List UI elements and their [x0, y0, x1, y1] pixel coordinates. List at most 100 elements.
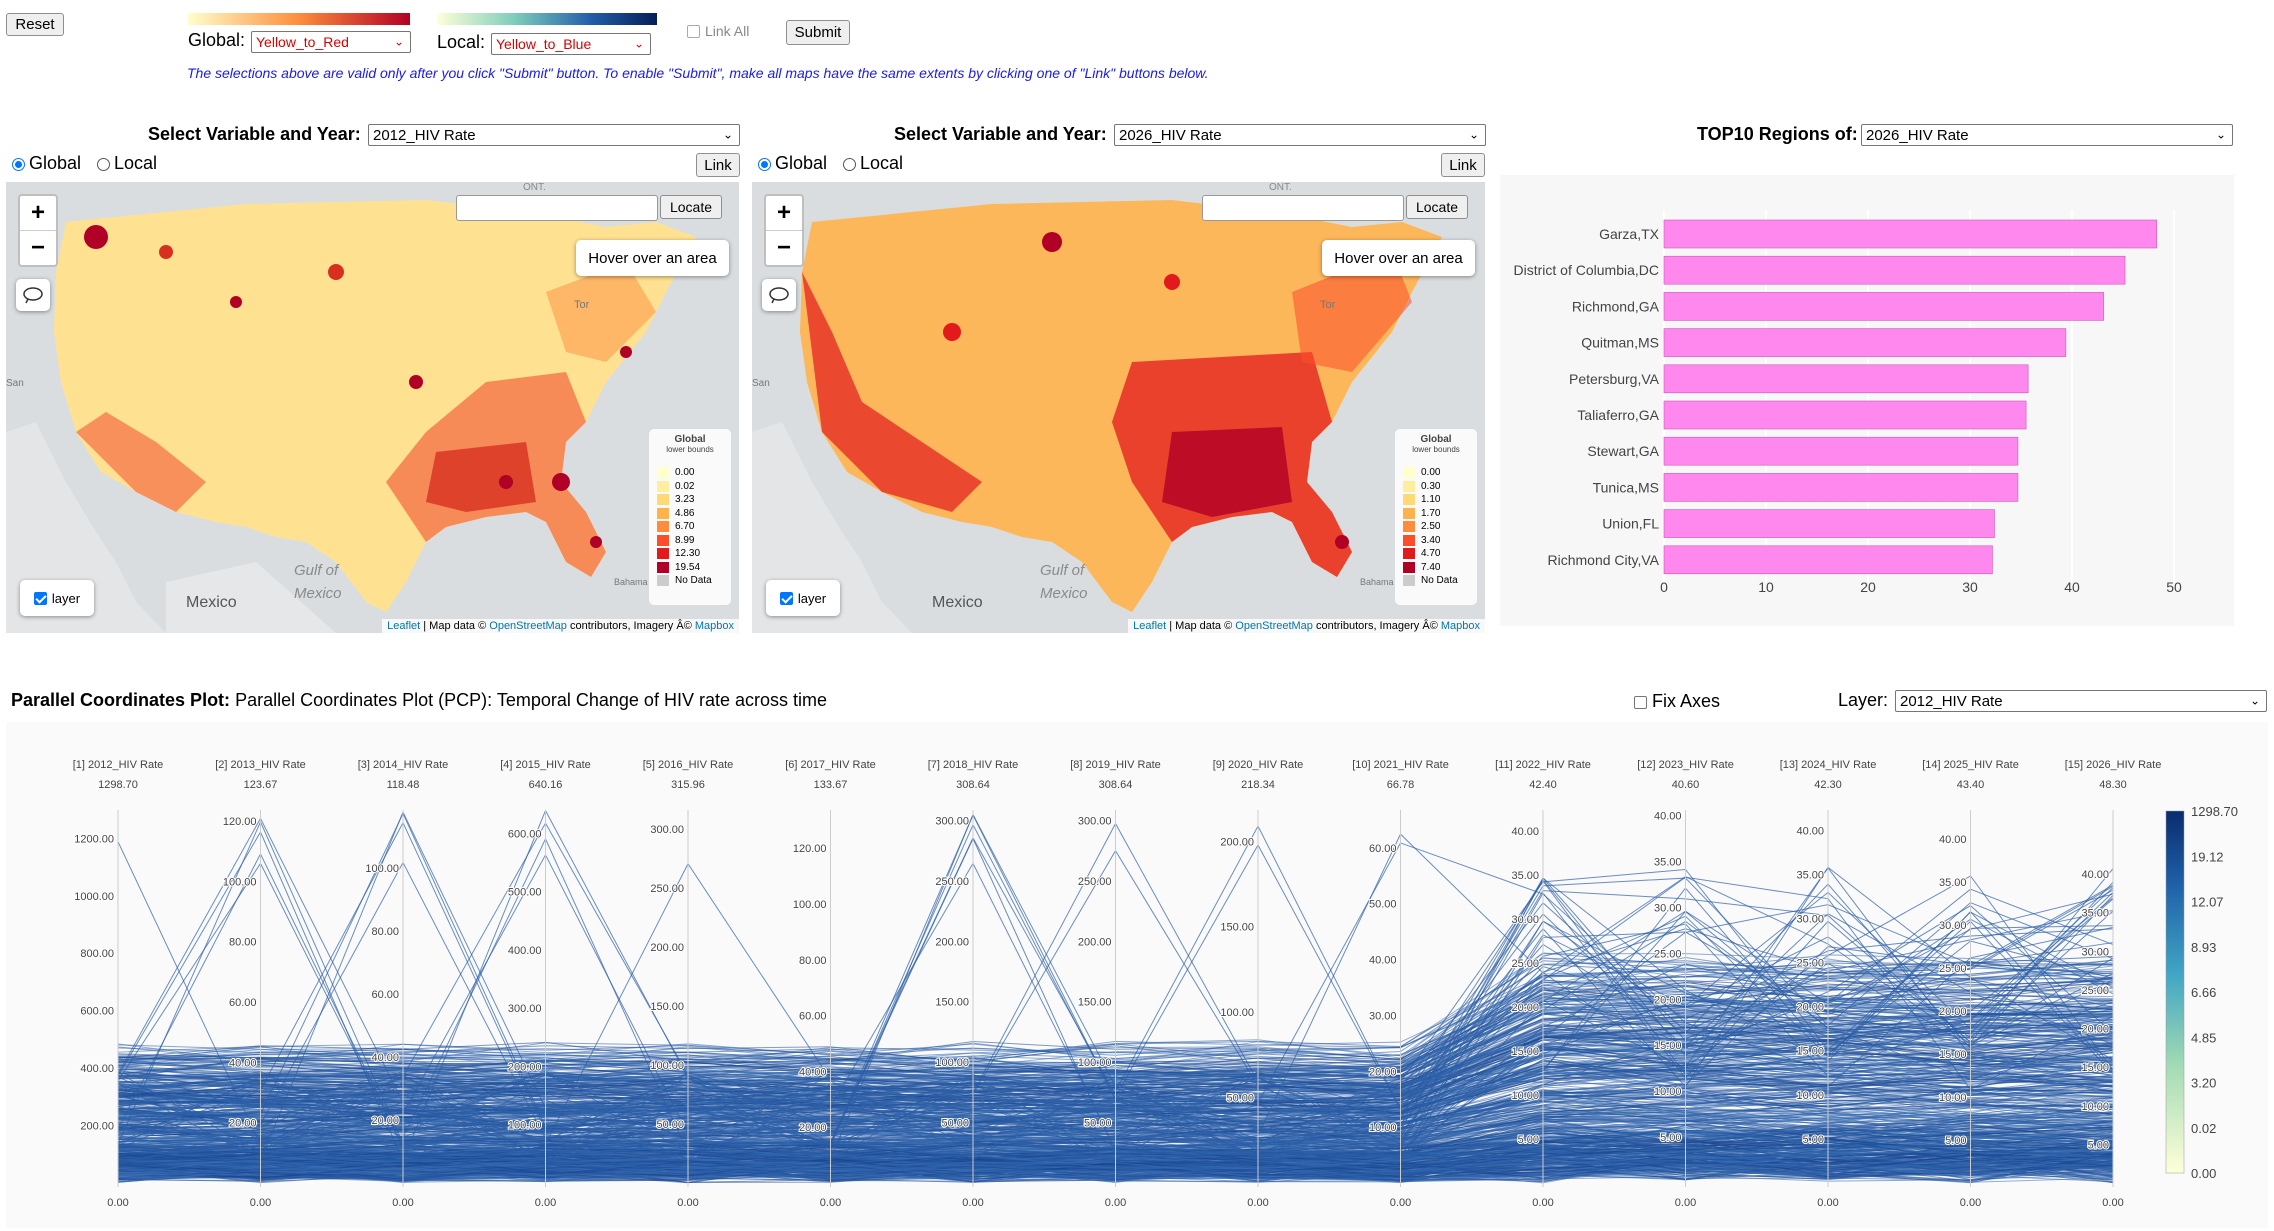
colorbar-tick-label: 0.00 [2191, 1166, 2216, 1181]
pcp-axis-title: [3] 2014_HIV Rate [358, 759, 449, 771]
map1-local-radio[interactable]: Local [97, 153, 157, 174]
fix-axes-check-icon[interactable] [1634, 696, 1647, 709]
map1-locate-input[interactable] [456, 195, 658, 221]
map2-local-radio[interactable]: Local [843, 153, 903, 174]
bar[interactable] [1663, 509, 1995, 538]
zoom-in-button[interactable]: + [20, 196, 56, 231]
osm-link[interactable]: OpenStreetMap [1235, 620, 1313, 632]
pcp-tick-label: 500.00 [508, 887, 542, 899]
legend-title: Global [1420, 434, 1452, 445]
leaflet-link[interactable]: Leaflet [387, 620, 420, 632]
local-scheme-select[interactable]: Yellow_to_Blue ⌄ [491, 33, 651, 55]
colorbar-tick-label: 8.93 [2191, 940, 2216, 955]
top10-variable-select[interactable]: 2026_HIV Rate ⌄ [1861, 124, 2233, 146]
pcp-tick-label: 250.00 [1078, 876, 1112, 888]
bar[interactable] [1663, 436, 2019, 466]
lasso-button[interactable] [16, 279, 50, 311]
mapbox-link[interactable]: Mapbox [695, 620, 734, 632]
pcp-tick-label: 250.00 [935, 876, 969, 888]
map2-locate-button[interactable]: Locate [1406, 195, 1468, 219]
pcp-tick-label: 25.00 [1511, 958, 1539, 970]
bar[interactable] [1663, 255, 2126, 285]
colorbar-tick-label: 6.66 [2191, 985, 2216, 1000]
map1-link-button[interactable]: Link [696, 153, 740, 177]
radio-icon[interactable] [97, 158, 110, 171]
pcp-tick-label: 100.00 [223, 876, 257, 888]
map1-attribution: Leaflet | Map data © OpenStreetMap contr… [382, 619, 739, 633]
local-ramp [437, 13, 657, 25]
pcp-tick-label: 300.00 [1078, 815, 1112, 827]
legend-value: 0.02 [675, 480, 695, 492]
map2[interactable]: Mexico Gulf of Mexico ONT. Tor San Baham… [752, 182, 1485, 633]
pcp-tick-label: 30.00 [1511, 914, 1539, 926]
pcp-tick-label: 300.00 [508, 1003, 542, 1015]
leaflet-link[interactable]: Leaflet [1133, 620, 1166, 632]
pcp-tick-label: 30.00 [1654, 902, 1682, 914]
radio-selected-icon[interactable] [12, 158, 25, 171]
submit-button[interactable]: Submit [786, 20, 850, 45]
osm-link[interactable]: OpenStreetMap [489, 620, 567, 632]
pcp-tick-label: 10.00 [2081, 1101, 2109, 1113]
pcp-tick-label: 600.00 [80, 1006, 114, 1018]
category-label: Quitman,MS [1581, 335, 1659, 351]
map1-hover-info: Hover over an area [576, 240, 729, 276]
layer-check-icon[interactable] [33, 591, 47, 605]
pcp-chart[interactable]: [1] 2012_HIV Rate 1298.70 0.00 200.00 400.00… [6, 722, 2268, 1228]
pcp-tick-label: 80.00 [371, 926, 399, 938]
bar[interactable] [1663, 364, 2029, 394]
legend-item: 8.99 [649, 534, 731, 548]
ont-label: ONT. [1269, 182, 1292, 193]
colorbar-tick-label: 4.85 [2191, 1030, 2216, 1045]
map1-locate-button[interactable]: Locate [660, 195, 722, 219]
pcp-axis-title: [7] 2018_HIV Rate [928, 759, 1019, 771]
mapbox-link[interactable]: Mapbox [1441, 620, 1480, 632]
legend-item: 3.23 [649, 493, 731, 507]
zoom-in-button[interactable]: + [766, 196, 802, 231]
category-label: Tunica,MS [1593, 479, 1659, 495]
bar[interactable] [1663, 328, 2067, 357]
bar[interactable] [1663, 473, 2019, 502]
reset-button[interactable]: Reset [6, 13, 64, 36]
map2-global-label: Global [775, 153, 828, 173]
map2-local-label: Local [860, 153, 904, 173]
ont-label: ONT. [523, 182, 546, 193]
legend-value: No Data [1421, 575, 1458, 587]
global-scheme-select[interactable]: Yellow_to_Red ⌄ [251, 31, 411, 53]
bar[interactable] [1663, 219, 2157, 249]
map2-link-button[interactable]: Link [1441, 153, 1485, 177]
x-tick-label: 10 [1758, 579, 1774, 595]
gulf-label: Gulf of [294, 562, 340, 579]
lasso-button[interactable] [762, 279, 796, 311]
fix-axes-checkbox[interactable]: Fix Axes [1634, 691, 1720, 712]
bar[interactable] [1663, 545, 1993, 575]
map2-variable-select[interactable]: 2026_HIV Rate ⌄ [1114, 124, 1486, 146]
layer-check-icon[interactable] [779, 591, 793, 605]
map1-layer-toggle[interactable]: layer [20, 580, 94, 616]
radio-icon[interactable] [843, 158, 856, 171]
pcp-layer-select[interactable]: 2012_HIV Rate ⌄ [1895, 690, 2267, 712]
link-all-check-icon[interactable] [687, 25, 700, 38]
map1-variable-select[interactable]: 2012_HIV Rate ⌄ [368, 124, 740, 146]
bar[interactable] [1663, 292, 2104, 321]
map1-global-radio[interactable]: Global [12, 153, 81, 174]
bar[interactable] [1663, 400, 2027, 430]
pcp-tick-label: 15.00 [2081, 1062, 2109, 1074]
legend-value: 8.99 [675, 534, 695, 546]
legend-swatch [657, 534, 669, 546]
san-label: San [6, 378, 24, 389]
pcp-tick-label: 25.00 [1796, 958, 1824, 970]
pcp-tick-label: 50.00 [1369, 899, 1397, 911]
tor-label: Tor [1320, 299, 1336, 311]
map1[interactable]: Mexico Gulf of Mexico ONT. Tor San Baham… [6, 182, 739, 633]
radio-selected-icon[interactable] [758, 158, 771, 171]
pcp-tick-label: 300.00 [650, 824, 684, 836]
zoom-out-button[interactable]: − [20, 231, 56, 265]
map2-global-radio[interactable]: Global [758, 153, 827, 174]
zoom-out-button[interactable]: − [766, 231, 802, 265]
legend-item: 0.00 [649, 466, 731, 480]
pcp-tick-label: 0.00 [535, 1197, 556, 1209]
map2-layer-toggle[interactable]: layer [766, 580, 840, 616]
link-all-checkbox[interactable]: Link All [687, 23, 749, 39]
map2-locate-input[interactable] [1202, 195, 1404, 221]
colorbar-tick-label: 0.02 [2191, 1121, 2216, 1136]
